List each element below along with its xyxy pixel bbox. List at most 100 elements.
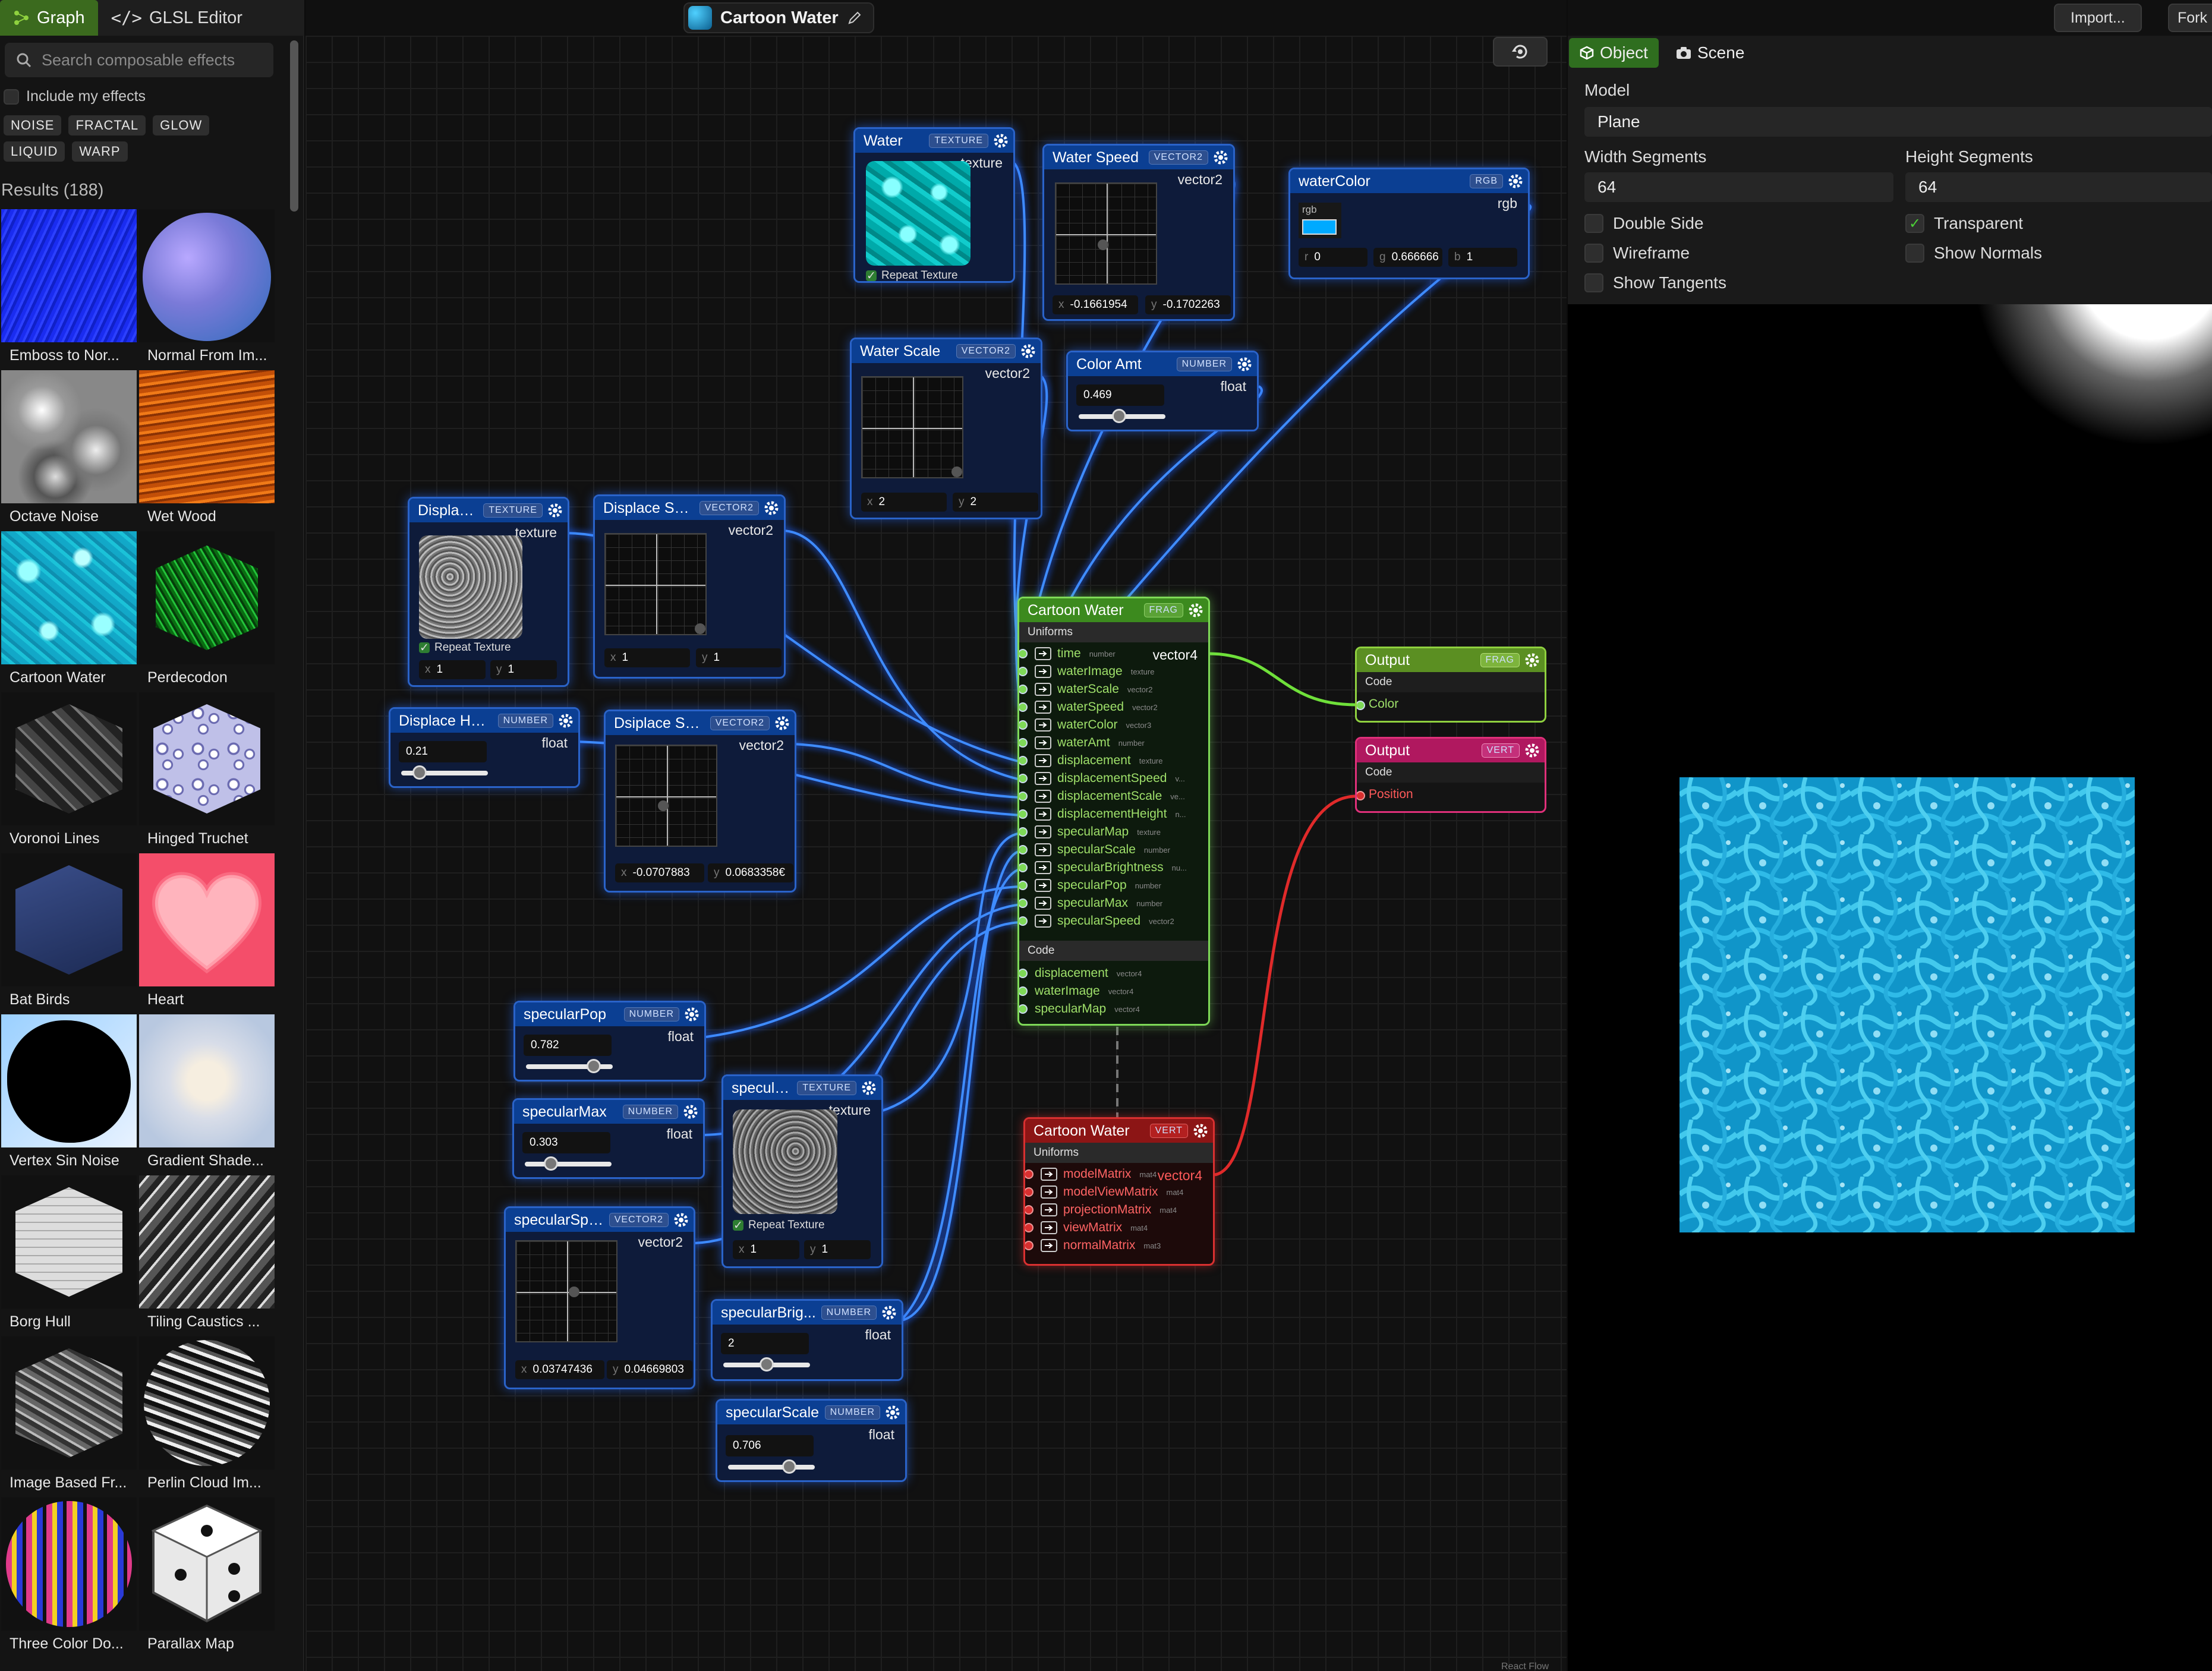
tab-object[interactable]: Object xyxy=(1569,38,1659,68)
arrow-right-icon[interactable] xyxy=(1035,683,1051,696)
x-field[interactable]: x1 xyxy=(419,660,486,679)
x-field[interactable]: x1 xyxy=(733,1240,799,1259)
input-handle[interactable] xyxy=(1025,1205,1033,1215)
search-input[interactable]: Search composable effects xyxy=(5,43,273,77)
arrow-right-icon[interactable] xyxy=(1035,754,1051,767)
gear-icon[interactable] xyxy=(1193,1123,1208,1139)
vector-pad[interactable] xyxy=(861,376,963,478)
number-input[interactable]: 0.21 xyxy=(399,741,487,762)
result-card[interactable]: Parallax Map xyxy=(139,1497,275,1659)
gear-icon[interactable] xyxy=(861,1080,877,1096)
input-handle[interactable] xyxy=(1025,1241,1033,1250)
gear-icon[interactable] xyxy=(1508,174,1523,189)
arrow-right-icon[interactable] xyxy=(1035,718,1051,732)
gear-icon[interactable] xyxy=(1213,150,1228,165)
node-header[interactable]: Color Amt NUMBER xyxy=(1068,352,1257,376)
input-handle[interactable] xyxy=(1019,720,1028,730)
vector-handle[interactable] xyxy=(1098,239,1108,250)
wireframe-checkbox[interactable] xyxy=(1584,244,1603,263)
include-my-effects[interactable]: Include my effects xyxy=(4,88,146,105)
arrow-right-icon[interactable] xyxy=(1035,843,1051,856)
y-field[interactable]: y 0.0683358€ xyxy=(708,863,793,882)
number-input[interactable]: 0.782 xyxy=(524,1035,612,1056)
arrow-right-icon[interactable] xyxy=(1041,1168,1057,1181)
x-field[interactable]: x -0.0707883 xyxy=(615,863,704,882)
slider-knob[interactable] xyxy=(760,1357,774,1372)
node-specular-scale[interactable]: specularScale NUMBER float 0.706 xyxy=(716,1399,907,1482)
input-handle[interactable] xyxy=(1019,774,1028,783)
node-header[interactable]: Water Speed VECTOR2 xyxy=(1044,146,1233,169)
tab-glsl-editor[interactable]: </> GLSL Editor xyxy=(98,0,256,36)
uniform-row-waterColor[interactable]: waterColor vector3 xyxy=(1019,716,1151,734)
y-field[interactable]: y2 xyxy=(953,493,1038,512)
uniform-row-waterSpeed[interactable]: waterSpeed vector2 xyxy=(1019,698,1158,716)
height-segments-input[interactable]: 64 xyxy=(1905,172,2212,202)
node-header[interactable]: specularScale NUMBER xyxy=(717,1401,905,1424)
uniform-row-modelMatrix[interactable]: modelMatrix mat4 xyxy=(1025,1165,1157,1183)
node-header[interactable]: specularPop NUMBER xyxy=(515,1002,704,1026)
chip-glow[interactable]: GLOW xyxy=(153,115,210,135)
input-handle[interactable] xyxy=(1019,809,1028,819)
node-header[interactable]: Dsiplace Spe... VECTOR2 xyxy=(606,711,795,735)
import-button[interactable]: Import... xyxy=(2054,4,2142,32)
input-handle[interactable] xyxy=(1019,916,1028,926)
input-handle[interactable] xyxy=(1019,756,1028,765)
texture-preview[interactable] xyxy=(419,535,522,639)
node-water-color[interactable]: waterColor RGB rgb rgb r0 g 0.666666 b1 xyxy=(1288,168,1530,279)
double-side-checkbox[interactable] xyxy=(1584,214,1603,233)
node-header[interactable]: Output FRAG xyxy=(1357,648,1545,672)
chip-fractal[interactable]: FRACTAL xyxy=(68,115,146,135)
double-side-option[interactable]: Double Side xyxy=(1584,214,1704,233)
y-field[interactable]: y1 xyxy=(804,1240,871,1259)
node-displace-speed[interactable]: Dsiplace Spe... VECTOR2 vector2 x -0.0707… xyxy=(604,710,796,893)
uniform-row-modelViewMatrix[interactable]: modelViewMatrix mat4 xyxy=(1025,1183,1183,1201)
node-water-texture[interactable]: Water TEXTURE texture ✓ Repeat Texture xyxy=(853,127,1015,283)
node-header[interactable]: Output VERT xyxy=(1357,739,1545,762)
color-swatch[interactable] xyxy=(1302,219,1337,235)
transparent-option[interactable]: ✓ Transparent xyxy=(1905,214,2023,233)
arrow-right-icon[interactable] xyxy=(1035,879,1051,892)
node-header[interactable]: specula... TEXTURE xyxy=(723,1076,881,1100)
slider-knob[interactable] xyxy=(1112,409,1127,423)
tab-graph[interactable]: Graph xyxy=(0,0,98,36)
arrow-right-icon[interactable] xyxy=(1035,915,1051,928)
chip-liquid[interactable]: LIQUID xyxy=(4,141,65,162)
input-handle[interactable] xyxy=(1025,1169,1033,1179)
node-header[interactable]: Water TEXTURE xyxy=(855,129,1013,153)
number-input[interactable]: 0.469 xyxy=(1076,384,1164,406)
node-specular-texture[interactable]: specula... TEXTURE texture ✓ Repeat Text… xyxy=(721,1074,883,1268)
tab-scene[interactable]: Scene xyxy=(1665,38,1755,68)
node-header[interactable]: Displac... TEXTURE xyxy=(409,499,568,522)
node-cartoon-water-frag[interactable]: Cartoon Water FRAG Uniforms vector4 time… xyxy=(1017,597,1210,1026)
texture-preview[interactable] xyxy=(866,161,970,266)
result-card[interactable]: Bat Birds xyxy=(1,853,137,1014)
repeat-texture-toggle[interactable]: ✓ Repeat Texture xyxy=(419,641,511,654)
node-water-speed[interactable]: Water Speed VECTOR2 vector2 x -0.1661954 … xyxy=(1042,144,1235,321)
result-card[interactable]: Image Based Fr... xyxy=(1,1336,137,1497)
result-card[interactable]: Normal From Im... xyxy=(139,209,275,370)
code-input-displacement[interactable]: displacement vector4 xyxy=(1019,964,1142,982)
slider-knob[interactable] xyxy=(412,765,427,780)
result-card[interactable]: Hinged Truchet xyxy=(139,692,275,853)
reset-view-button[interactable] xyxy=(1493,37,1548,67)
gear-icon[interactable] xyxy=(1188,603,1203,618)
slider-knob[interactable] xyxy=(587,1059,601,1073)
x-field[interactable]: x 0.03747436 xyxy=(515,1360,604,1379)
3d-preview-viewport[interactable] xyxy=(1568,304,2212,1671)
y-field[interactable]: y1 xyxy=(696,648,782,667)
node-header[interactable]: Displace Scale VECTOR2 xyxy=(595,496,784,520)
result-card[interactable]: Vertex Sin Noise xyxy=(1,1014,137,1175)
uniform-row-viewMatrix[interactable]: viewMatrix mat4 xyxy=(1025,1219,1148,1237)
arrow-right-icon[interactable] xyxy=(1035,861,1051,874)
node-specular-max[interactable]: specularMax NUMBER float 0.303 xyxy=(512,1098,705,1179)
input-handle[interactable] xyxy=(1019,845,1028,855)
g-field[interactable]: g 0.666666 xyxy=(1373,248,1442,267)
result-card[interactable]: Cartoon Water xyxy=(1,531,137,692)
arrow-right-icon[interactable] xyxy=(1035,701,1051,714)
input-handle[interactable] xyxy=(1025,1187,1033,1197)
input-handle[interactable] xyxy=(1019,827,1028,837)
node-header[interactable]: specularSpe... VECTOR2 xyxy=(506,1208,694,1232)
vector-handle[interactable] xyxy=(658,800,669,811)
gear-icon[interactable] xyxy=(993,133,1009,149)
arrow-right-icon[interactable] xyxy=(1041,1186,1057,1199)
